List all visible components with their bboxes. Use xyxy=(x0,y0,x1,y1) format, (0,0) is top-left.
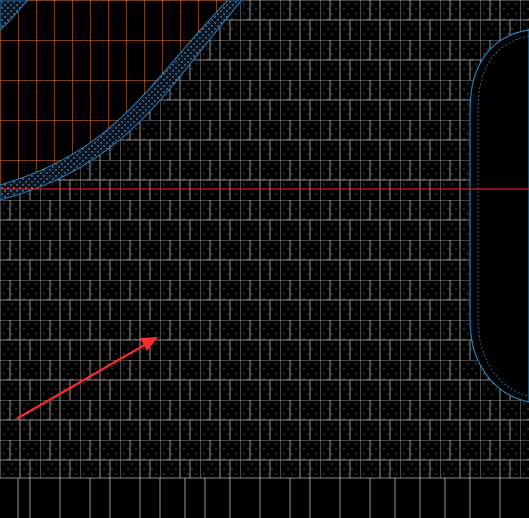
cad-drawing-viewport[interactable] xyxy=(0,0,529,518)
bottom-strip xyxy=(0,478,529,518)
drawing-canvas[interactable] xyxy=(0,0,529,518)
right-void-region xyxy=(469,29,529,403)
